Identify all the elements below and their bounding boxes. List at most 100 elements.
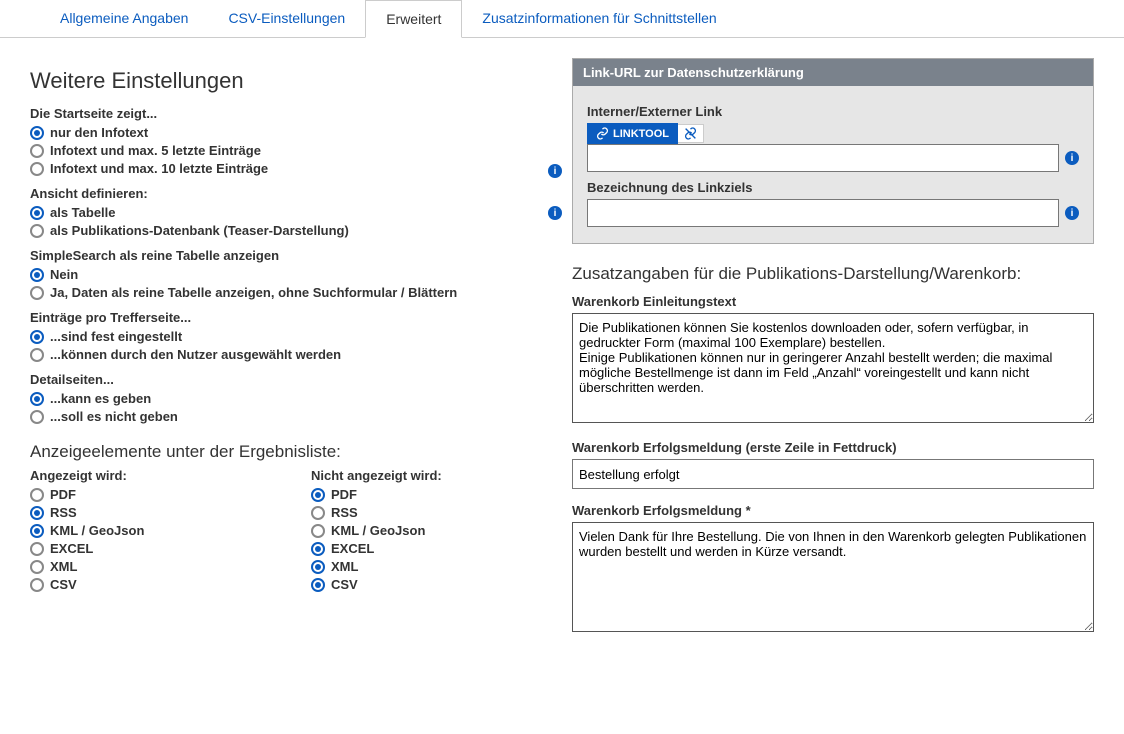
radio-label: RSS (50, 505, 77, 520)
radio-view-1[interactable]: als Publikations-Datenbank (Teaser-Darst… (30, 223, 552, 238)
group-simplesearch: SimpleSearch als reine Tabelle anzeigen … (30, 248, 552, 300)
radio-shown-csv[interactable]: CSV (30, 577, 271, 592)
radio-label: CSV (331, 577, 358, 592)
elements-columns: Angezeigt wird: PDF RSS KML / GeoJson EX… (30, 468, 552, 595)
group-simplesearch-label: SimpleSearch als reine Tabelle anzeigen (30, 248, 552, 263)
notshown-column: Nicht angezeigt wird: PDF RSS KML / GeoJ… (311, 468, 552, 595)
radio-label: Ja, Daten als reine Tabelle anzeigen, oh… (50, 285, 457, 300)
cart-intro-label: Warenkorb Einleitungstext (572, 294, 1094, 309)
link-text-input[interactable] (587, 199, 1059, 227)
radio-notshown-csv[interactable]: CSV (311, 577, 552, 592)
radio-startpage-1[interactable]: Infotext und max. 5 letzte Einträge (30, 143, 552, 158)
radio-icon (30, 224, 44, 238)
info-icon[interactable]: i (548, 164, 562, 178)
radio-label: KML / GeoJson (331, 523, 425, 538)
radio-icon (30, 524, 44, 538)
radio-icon (311, 560, 325, 574)
tab-csv[interactable]: CSV-Einstellungen (208, 0, 365, 37)
radio-icon (311, 542, 325, 556)
radio-perpage-1[interactable]: ...können durch den Nutzer ausgewählt we… (30, 347, 552, 362)
radio-view-0[interactable]: als Tabelle (30, 205, 552, 220)
tab-bar: Allgemeine Angaben CSV-Einstellungen Erw… (0, 0, 1124, 38)
right-column: Link-URL zur Datenschutzerklärung Intern… (572, 58, 1094, 635)
group-perpage: Einträge pro Trefferseite... ...sind fes… (30, 310, 552, 362)
radio-notshown-pdf[interactable]: PDF (311, 487, 552, 502)
radio-detail-1[interactable]: ...soll es nicht geben (30, 409, 552, 424)
tab-interfaces[interactable]: Zusatzinformationen für Schnittstellen (462, 0, 736, 37)
tab-general[interactable]: Allgemeine Angaben (40, 0, 208, 37)
left-column: Weitere Einstellungen Die Startseite zei… (30, 58, 552, 635)
group-perpage-label: Einträge pro Trefferseite... (30, 310, 552, 325)
radio-shown-rss[interactable]: RSS (30, 505, 271, 520)
radio-label: KML / GeoJson (50, 523, 144, 538)
link-url-input[interactable] (587, 144, 1059, 172)
radio-notshown-excel[interactable]: EXCEL (311, 541, 552, 556)
group-detail-label: Detailseiten... (30, 372, 552, 387)
radio-notshown-kml[interactable]: KML / GeoJson (311, 523, 552, 538)
radio-shown-xml[interactable]: XML (30, 559, 271, 574)
radio-icon (30, 126, 44, 140)
notshown-label: Nicht angezeigt wird: (311, 468, 552, 483)
tab-advanced[interactable]: Erweitert (365, 0, 462, 38)
radio-icon (30, 144, 44, 158)
radio-icon (30, 206, 44, 220)
radio-simplesearch-1[interactable]: Ja, Daten als reine Tabelle anzeigen, oh… (30, 285, 552, 300)
cart-success1-input[interactable] (572, 459, 1094, 489)
shown-label: Angezeigt wird: (30, 468, 271, 483)
radio-shown-kml[interactable]: KML / GeoJson (30, 523, 271, 538)
radio-label: ...können durch den Nutzer ausgewählt we… (50, 347, 341, 362)
info-icon[interactable]: i (1065, 206, 1079, 220)
linktool-row: LINKTOOL (587, 123, 1079, 144)
radio-notshown-rss[interactable]: RSS (311, 505, 552, 520)
radio-label: als Publikations-Datenbank (Teaser-Darst… (50, 223, 349, 238)
publication-section-title: Zusatzangaben für die Publikations-Darst… (572, 264, 1094, 284)
radio-icon (311, 488, 325, 502)
radio-shown-excel[interactable]: EXCEL (30, 541, 271, 556)
radio-simplesearch-0[interactable]: Nein (30, 267, 552, 282)
group-view: Ansicht definieren: als Tabelle als Publ… (30, 186, 552, 238)
radio-icon (30, 162, 44, 176)
radio-label: CSV (50, 577, 77, 592)
linktool-button[interactable]: LINKTOOL (587, 123, 678, 144)
cart-success2-label: Warenkorb Erfolgsmeldung * (572, 503, 1094, 518)
linktool-label: LINKTOOL (613, 128, 669, 140)
radio-icon (311, 578, 325, 592)
cart-success1-label: Warenkorb Erfolgsmeldung (erste Zeile in… (572, 440, 1094, 455)
shown-column: Angezeigt wird: PDF RSS KML / GeoJson EX… (30, 468, 271, 595)
radio-label: PDF (50, 487, 76, 502)
radio-label: XML (50, 559, 77, 574)
unlink-icon (684, 127, 697, 140)
radio-notshown-xml[interactable]: XML (311, 559, 552, 574)
radio-label: Infotext und max. 10 letzte Einträge (50, 161, 268, 176)
radio-label: ...sind fest eingestellt (50, 329, 182, 344)
privacy-link-panel: Link-URL zur Datenschutzerklärung Intern… (572, 58, 1094, 244)
unlink-button[interactable] (678, 124, 704, 143)
link-input-row: i (587, 144, 1079, 172)
group-view-label: Ansicht definieren: (30, 186, 552, 201)
radio-icon (30, 578, 44, 592)
radio-detail-0[interactable]: ...kann es geben (30, 391, 552, 406)
radio-shown-pdf[interactable]: PDF (30, 487, 271, 502)
group-startpage: Die Startseite zeigt... nur den Infotext… (30, 106, 552, 176)
cart-intro-textarea[interactable] (572, 313, 1094, 423)
radio-label: PDF (331, 487, 357, 502)
radio-icon (311, 506, 325, 520)
radio-label: Nein (50, 267, 78, 282)
info-icon[interactable]: i (548, 206, 562, 220)
radio-label: EXCEL (50, 541, 93, 556)
radio-icon (30, 488, 44, 502)
radio-icon (30, 392, 44, 406)
group-startpage-label: Die Startseite zeigt... (30, 106, 552, 121)
radio-icon (30, 348, 44, 362)
radio-label: ...soll es nicht geben (50, 409, 178, 424)
settings-heading: Weitere Einstellungen (30, 68, 552, 94)
radio-perpage-0[interactable]: ...sind fest eingestellt (30, 329, 552, 344)
radio-label: Infotext und max. 5 letzte Einträge (50, 143, 261, 158)
radio-label: ...kann es geben (50, 391, 151, 406)
radio-startpage-2[interactable]: Infotext und max. 10 letzte Einträge (30, 161, 552, 176)
elements-heading: Anzeigeelemente unter der Ergebnisliste: (30, 442, 552, 462)
radio-startpage-0[interactable]: nur den Infotext (30, 125, 552, 140)
cart-success2-textarea[interactable] (572, 522, 1094, 632)
info-icon[interactable]: i (1065, 151, 1079, 165)
linktext-label: Bezeichnung des Linkziels (587, 180, 1079, 195)
